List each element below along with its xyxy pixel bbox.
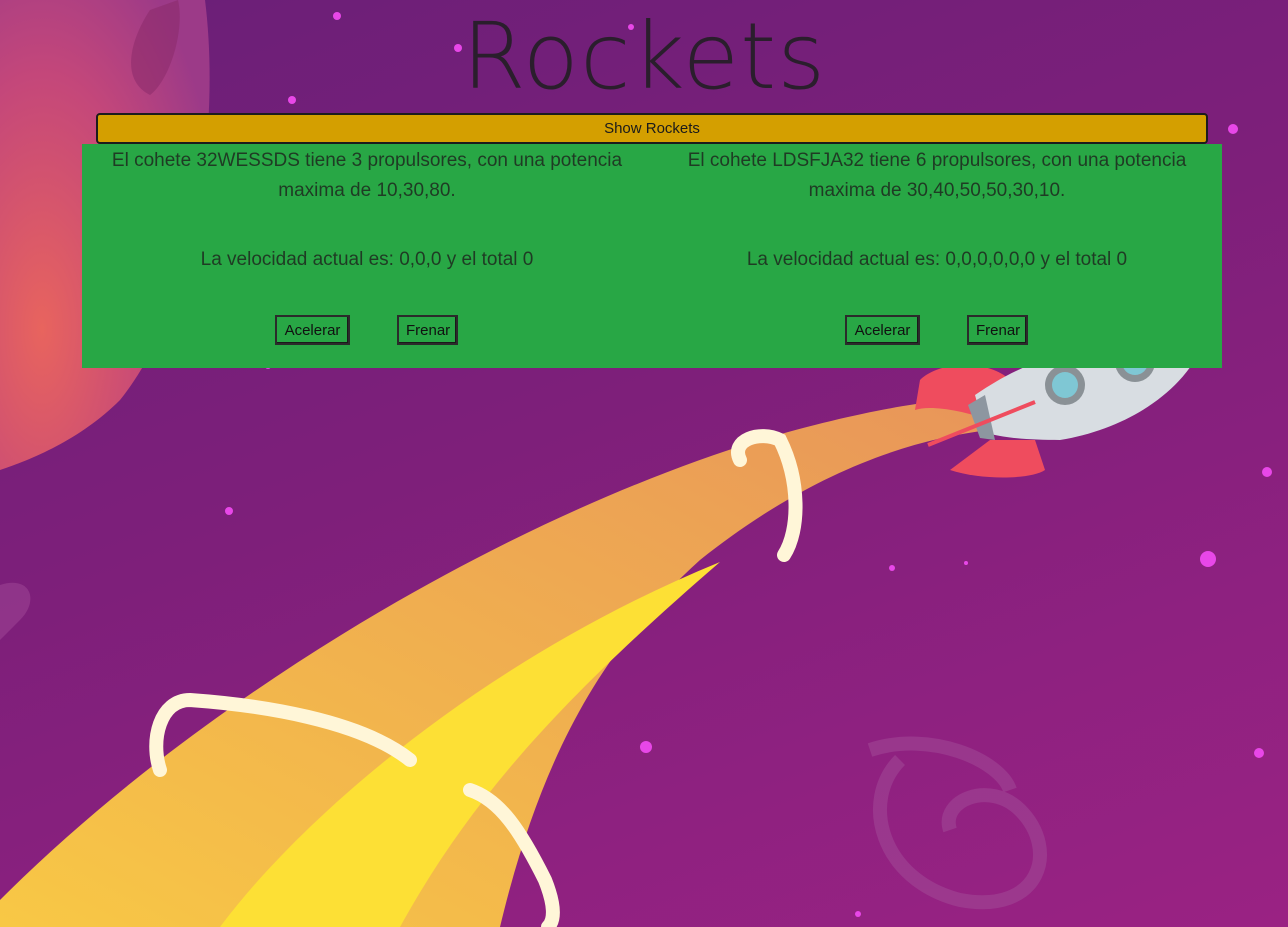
accelerate-button[interactable]: Acelerar (275, 315, 350, 345)
rocket-card: El cohete LDSFJA32 tiene 6 propulsores, … (652, 144, 1222, 368)
rocket-description: El cohete 32WESSDS tiene 3 propulsores, … (111, 150, 623, 201)
swirl-shape (867, 736, 1047, 909)
rockets-panel: El cohete 32WESSDS tiene 3 propulsores, … (82, 144, 1222, 368)
rocket-card: El cohete 32WESSDS tiene 3 propulsores, … (82, 144, 652, 368)
page-title: Rockets (461, 3, 827, 110)
brake-button[interactable]: Frenar (967, 315, 1028, 345)
brake-button[interactable]: Frenar (397, 315, 458, 345)
rocket-speed: La velocidad actual es: 0,0,0,0,0,0 y el… (746, 249, 1128, 270)
rocket-description: El cohete LDSFJA32 tiene 6 propulsores, … (687, 150, 1187, 201)
show-rockets-button[interactable]: Show Rockets (96, 113, 1208, 144)
rocket-speed: La velocidad actual es: 0,0,0 y el total… (200, 249, 534, 270)
accelerate-button[interactable]: Acelerar (845, 315, 920, 345)
flame-trail (0, 398, 1000, 927)
